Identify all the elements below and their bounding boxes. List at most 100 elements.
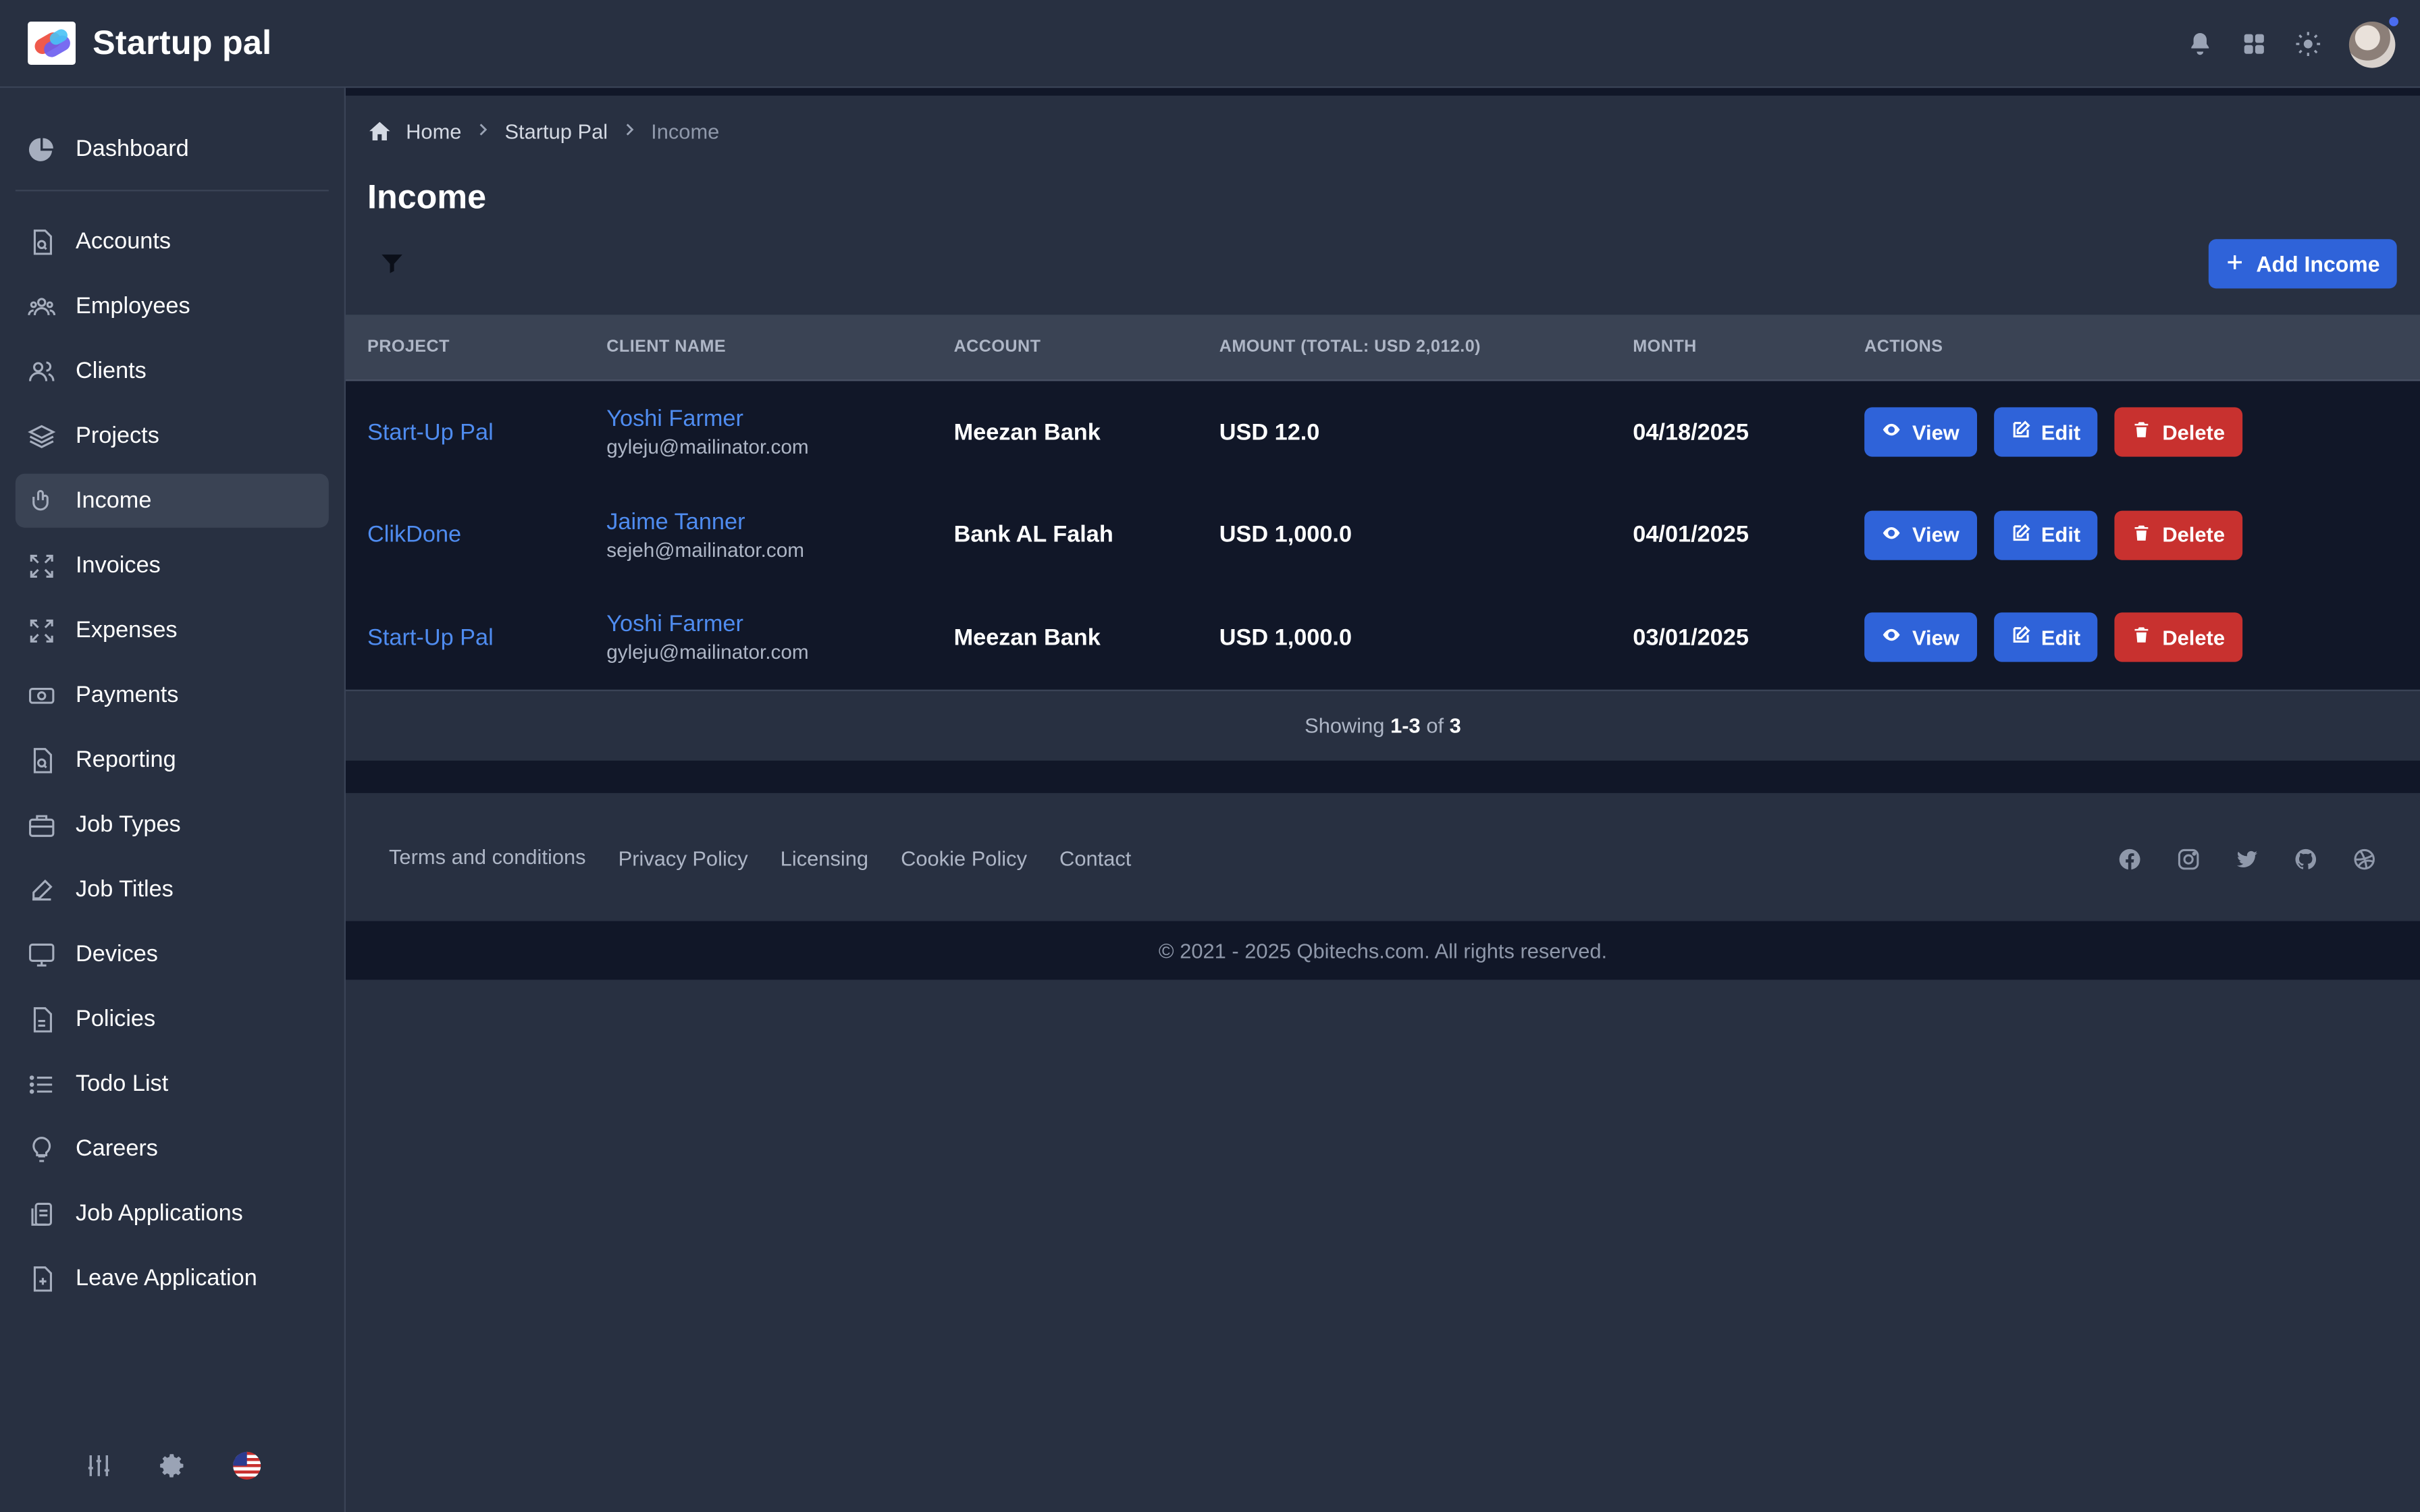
sidebar-item-invoices[interactable]: Invoices (16, 539, 329, 593)
sidebar-item-clients[interactable]: Clients (16, 344, 329, 398)
eye-icon (1881, 420, 1901, 445)
footer-link-contact[interactable]: Contact (1059, 847, 1131, 870)
us-flag-icon[interactable] (233, 1451, 261, 1480)
breadcrumb-parent[interactable]: Startup Pal (504, 119, 608, 142)
sidebar-item-expenses[interactable]: Expenses (16, 603, 329, 657)
income-table: PROJECT CLIENT NAME ACCOUNT AMOUNT (TOTA… (346, 315, 2420, 792)
table-header: PROJECT CLIENT NAME ACCOUNT AMOUNT (TOTA… (346, 315, 2420, 381)
footer: Terms and conditions Privacy Policy Lice… (346, 796, 2420, 921)
document-icon (28, 1005, 55, 1033)
eye-icon (1881, 625, 1901, 650)
sidebar-item-job-applications[interactable]: Job Applications (16, 1187, 329, 1241)
clipboard-icon (28, 1199, 55, 1227)
footer-link-cookie[interactable]: Cookie Policy (901, 847, 1027, 870)
app-logo (28, 22, 76, 65)
notification-dot (2389, 16, 2399, 26)
sidebar-item-label: Policies (76, 1006, 156, 1033)
client-name-link[interactable]: Yoshi Farmer (606, 406, 808, 433)
pagination-total: 3 (1449, 713, 1461, 737)
home-icon[interactable] (367, 119, 392, 144)
footer-link-privacy[interactable]: Privacy Policy (619, 847, 748, 870)
sidebar-item-job-titles[interactable]: Job Titles (16, 863, 329, 917)
sun-icon[interactable] (2295, 31, 2321, 57)
table-body: Start-Up Pal Yoshi Farmer gyleju@mailina… (346, 381, 2420, 689)
amount-cell: USD 1,000.0 (1219, 522, 1352, 549)
pagination-range: 1-3 (1390, 713, 1421, 737)
table-row: Start-Up Pal Yoshi Farmer gyleju@mailina… (346, 587, 2420, 689)
briefcase-icon (28, 811, 55, 838)
month-cell: 03/01/2025 (1633, 624, 1749, 651)
sidebar-item-reporting[interactable]: Reporting (16, 733, 329, 787)
sidebar-bottom-tools (0, 1451, 346, 1480)
sidebar-nav: Dashboard (0, 88, 344, 176)
document-search-icon (28, 227, 55, 255)
top-strip (346, 88, 2420, 96)
client-name-link[interactable]: Yoshi Farmer (606, 612, 808, 638)
edit-button[interactable]: Edit (1993, 408, 2098, 458)
sidebar-item-policies[interactable]: Policies (16, 992, 329, 1046)
project-link[interactable]: Start-Up Pal (367, 624, 494, 651)
sidebar-item-accounts[interactable]: Accounts (16, 215, 329, 269)
project-link[interactable]: ClikDone (367, 522, 461, 548)
account-cell: Meezan Bank (953, 624, 1101, 651)
users-icon (28, 292, 56, 320)
sidebar-item-leave-application[interactable]: Leave Application (16, 1251, 329, 1305)
breadcrumb-home[interactable]: Home (406, 119, 461, 142)
app-name: Startup pal (93, 23, 272, 62)
breadcrumb: Home Startup Pal Income (367, 119, 719, 144)
delete-button[interactable]: Delete (2114, 613, 2242, 663)
filter-icon[interactable] (379, 252, 404, 277)
delete-button[interactable]: Delete (2114, 510, 2242, 560)
gear-icon[interactable] (159, 1452, 186, 1480)
sidebar-item-careers[interactable]: Careers (16, 1122, 329, 1176)
delete-button[interactable]: Delete (2114, 408, 2242, 458)
sidebar-item-payments[interactable]: Payments (16, 668, 329, 722)
project-link[interactable]: Start-Up Pal (367, 419, 494, 446)
sidebar-item-label: Todo List (76, 1071, 169, 1098)
row-actions: View Edit Delete (1864, 408, 2242, 458)
edit-button[interactable]: Edit (1993, 613, 2098, 663)
trash-icon (2132, 625, 2152, 650)
sidebar: Dashboard Accounts Employees Clients Pro… (0, 88, 346, 1512)
sidebar-item-label: Leave Application (76, 1265, 257, 1292)
edit-button[interactable]: Edit (1993, 510, 2098, 560)
dribbble-icon[interactable] (2352, 846, 2377, 871)
sidebar-item-job-types[interactable]: Job Types (16, 798, 329, 852)
main-content: Home Startup Pal Income Income Add Incom… (346, 88, 2420, 1512)
footer-link-terms[interactable]: Terms and conditions (389, 844, 586, 867)
sidebar-item-employees[interactable]: Employees (16, 279, 329, 333)
add-income-button[interactable]: Add Income (2208, 239, 2397, 289)
twitter-icon[interactable] (2235, 846, 2260, 871)
pie-chart-icon (28, 135, 55, 163)
account-cell: Meezan Bank (953, 419, 1101, 446)
instagram-icon[interactable] (2176, 846, 2201, 871)
sidebar-item-label: Projects (76, 423, 159, 450)
sidebar-item-todo-list[interactable]: Todo List (16, 1057, 329, 1111)
sidebar-item-projects[interactable]: Projects (16, 409, 329, 463)
client-cell: Yoshi Farmer gyleju@mailinator.com (606, 406, 808, 459)
column-header-client: CLIENT NAME (606, 338, 727, 356)
view-button[interactable]: View (1864, 613, 1976, 663)
apps-grid-icon[interactable] (2241, 31, 2267, 57)
sidebar-nav-main: Accounts Employees Clients Projects Inco… (0, 205, 344, 1305)
lightbulb-icon (28, 1135, 55, 1162)
brand[interactable]: Startup pal (28, 22, 271, 65)
facebook-icon[interactable] (2118, 846, 2142, 871)
sidebar-item-label: Invoices (76, 552, 161, 579)
sidebar-item-income[interactable]: Income (15, 473, 329, 528)
edit-icon (2010, 625, 2030, 650)
sliders-icon[interactable] (85, 1452, 113, 1480)
client-name-link[interactable]: Jaime Tanner (606, 509, 804, 535)
table-row: ClikDone Jaime Tanner sejeh@mailinator.c… (346, 484, 2420, 587)
view-button[interactable]: View (1864, 510, 1976, 560)
client-email: gyleju@mailinator.com (606, 435, 809, 459)
view-button[interactable]: View (1864, 408, 1976, 458)
avatar[interactable] (2348, 16, 2399, 68)
footer-link-licensing[interactable]: Licensing (781, 847, 868, 870)
github-icon[interactable] (2294, 846, 2319, 871)
sidebar-item-label: Accounts (76, 228, 172, 255)
sidebar-item-dashboard[interactable]: Dashboard (16, 122, 329, 176)
bell-icon[interactable] (2187, 31, 2213, 57)
sidebar-item-devices[interactable]: Devices (16, 927, 329, 981)
pencil-square-icon (28, 875, 55, 903)
